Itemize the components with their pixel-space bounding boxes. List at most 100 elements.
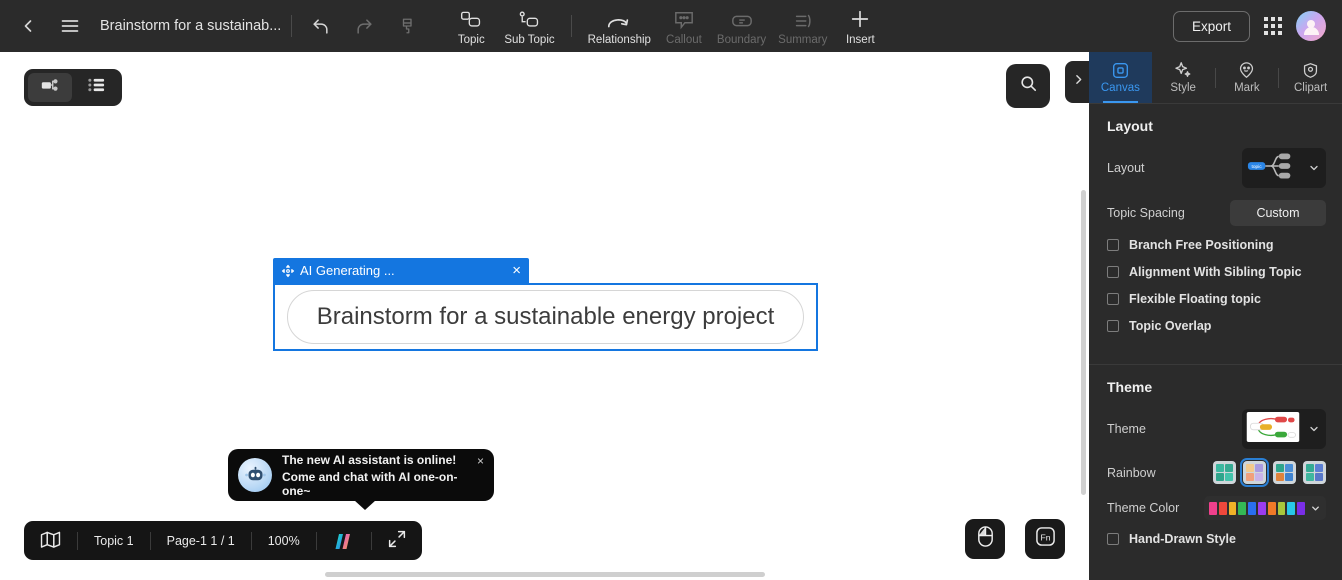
rainbow-option-4[interactable]	[1303, 461, 1326, 484]
mark-smiley-icon	[1238, 61, 1255, 79]
fullscreen-icon	[388, 530, 406, 551]
theme-color-swatch	[1287, 501, 1296, 515]
checkbox-icon	[1107, 239, 1119, 251]
tab-mark[interactable]: Mark	[1216, 52, 1279, 103]
brand-logo-button[interactable]	[317, 533, 371, 549]
tool-topic[interactable]: Topic	[444, 2, 498, 50]
checkbox-branch-free-positioning[interactable]: Branch Free Positioning	[1107, 238, 1326, 252]
theme-label: Theme	[1107, 422, 1146, 436]
sparkle-style-icon	[1174, 61, 1192, 79]
checkbox-alignment-with-sibling-topic[interactable]: Alignment With Sibling Topic	[1107, 265, 1326, 279]
topic-spacing-row: Topic Spacing Custom	[1107, 200, 1326, 226]
rainbow-options	[1213, 458, 1326, 487]
theme-chevron-down-icon	[1308, 423, 1320, 435]
format-painter-button[interactable]	[390, 8, 426, 44]
hamburger-menu-icon	[60, 16, 80, 36]
map-overview-icon	[40, 531, 61, 551]
map-layout-thumbnail: topic	[1246, 151, 1300, 186]
ai-assistant-toast[interactable]: The new AI assistant is online! Come and…	[228, 449, 494, 510]
ai-card-close-button[interactable]: ×	[512, 263, 521, 278]
svg-text:Fn: Fn	[1040, 532, 1050, 542]
menu-button[interactable]	[52, 8, 88, 44]
root-topic-node[interactable]: Brainstorm for a sustainable energy proj…	[287, 290, 804, 344]
topbar-right-group: Export	[1172, 10, 1342, 42]
theme-color-swatch	[1209, 501, 1217, 515]
canvas-search-button[interactable]	[1006, 64, 1050, 108]
theme-section: Theme Theme Rainbow Theme Color Hand-Dra…	[1089, 365, 1342, 567]
tab-clipart[interactable]: Clipart	[1279, 52, 1342, 103]
back-button[interactable]	[10, 8, 46, 44]
topic-spacing-button[interactable]: Custom	[1230, 200, 1326, 226]
robot-avatar-icon	[238, 458, 272, 492]
app-grid-icon[interactable]	[1264, 17, 1282, 35]
tab-canvas[interactable]: Canvas	[1089, 52, 1152, 103]
topic-icon	[460, 6, 482, 30]
rainbow-option-3[interactable]	[1273, 461, 1296, 484]
chevron-left-icon	[18, 16, 38, 36]
tab-style[interactable]: Style	[1152, 52, 1215, 103]
checkbox-icon	[1107, 320, 1119, 332]
document-title[interactable]: Brainstorm for a sustainab...	[100, 18, 281, 34]
toolbar-divider-1	[291, 15, 293, 37]
theme-color-chevron-down-icon	[1310, 503, 1321, 514]
tool-sub-topic[interactable]: Sub Topic	[498, 2, 560, 50]
ai-toast-text: The new AI assistant is online! Come and…	[282, 453, 467, 498]
zoom-level[interactable]: 100%	[252, 534, 316, 548]
status-bar: Topic 1 Page-1 1 / 1 100%	[24, 521, 422, 560]
theme-selector[interactable]	[1242, 409, 1326, 449]
layout-selector[interactable]: topic	[1242, 148, 1326, 188]
redo-button[interactable]	[346, 8, 382, 44]
rainbow-option-2[interactable]	[1240, 458, 1269, 487]
export-button[interactable]: Export	[1172, 10, 1250, 42]
ai-toast-close-button[interactable]: ×	[477, 454, 484, 468]
panel-tabs: Canvas Style Mark Clipart	[1089, 52, 1342, 104]
topic-count[interactable]: Topic 1	[78, 534, 150, 548]
ai-card-body[interactable]: Brainstorm for a sustainable energy proj…	[273, 283, 818, 351]
canvas-vertical-scrollbar[interactable]	[1081, 190, 1086, 495]
checkbox-label: Alignment With Sibling Topic	[1129, 265, 1302, 279]
canvas-horizontal-scrollbar[interactable]	[325, 572, 765, 577]
tool-summary-label: Summary	[778, 34, 828, 46]
svg-text:topic: topic	[1252, 163, 1263, 169]
map-overview-button[interactable]	[24, 531, 77, 551]
ai-toast-line-2: Come and chat with AI one-on-one~	[282, 469, 458, 498]
theme-section-heading: Theme	[1107, 379, 1153, 395]
tool-summary[interactable]: Summary	[772, 2, 833, 50]
tool-boundary-label: Boundary	[716, 34, 767, 46]
page-indicator[interactable]: Page-1 1 / 1	[151, 534, 251, 548]
checkbox-label: Hand-Drawn Style	[1129, 532, 1236, 546]
checkbox-icon	[1107, 533, 1119, 545]
theme-color-selector[interactable]	[1204, 496, 1326, 520]
layout-label: Layout	[1107, 161, 1145, 175]
tool-sub-topic-label: Sub Topic	[504, 34, 555, 46]
right-properties-panel: Canvas Style Mark Clipart Layout Layout …	[1089, 52, 1342, 580]
chevron-right-icon	[1072, 73, 1085, 91]
mindmap-view-icon	[40, 77, 60, 98]
checkbox-icon	[1107, 293, 1119, 305]
rainbow-option-1[interactable]	[1213, 461, 1236, 484]
theme-color-swatch	[1257, 501, 1266, 515]
undo-icon	[311, 17, 330, 36]
checkbox-label: Flexible Floating topic	[1129, 292, 1261, 306]
tab-style-label: Style	[1170, 82, 1196, 94]
checkbox-hand-drawn-style[interactable]: Hand-Drawn Style	[1107, 532, 1326, 546]
tool-insert[interactable]: Insert	[833, 2, 887, 50]
tool-relationship[interactable]: Relationship	[582, 2, 657, 50]
tool-callout[interactable]: Callout	[657, 2, 711, 50]
checkbox-flexible-floating-topic[interactable]: Flexible Floating topic	[1107, 292, 1326, 306]
theme-color-swatch	[1228, 501, 1237, 515]
theme-preview-thumbnail	[1246, 411, 1300, 447]
panel-collapse-button[interactable]	[1065, 61, 1091, 103]
checkbox-topic-overlap[interactable]: Topic Overlap	[1107, 319, 1326, 333]
tool-relationship-label: Relationship	[587, 34, 651, 46]
mindmap-view-button[interactable]	[28, 73, 72, 102]
fullscreen-button[interactable]	[372, 530, 422, 551]
fn-shortcuts-button[interactable]: Fn	[1025, 519, 1065, 559]
mouse-mode-button[interactable]	[965, 519, 1005, 559]
ai-card-header[interactable]: AI Generating ... ×	[273, 258, 529, 283]
outline-view-button[interactable]	[74, 73, 118, 102]
undo-button[interactable]	[302, 8, 338, 44]
theme-color-swatch	[1238, 501, 1247, 515]
tool-boundary[interactable]: Boundary	[711, 2, 772, 50]
user-avatar[interactable]	[1296, 11, 1326, 41]
